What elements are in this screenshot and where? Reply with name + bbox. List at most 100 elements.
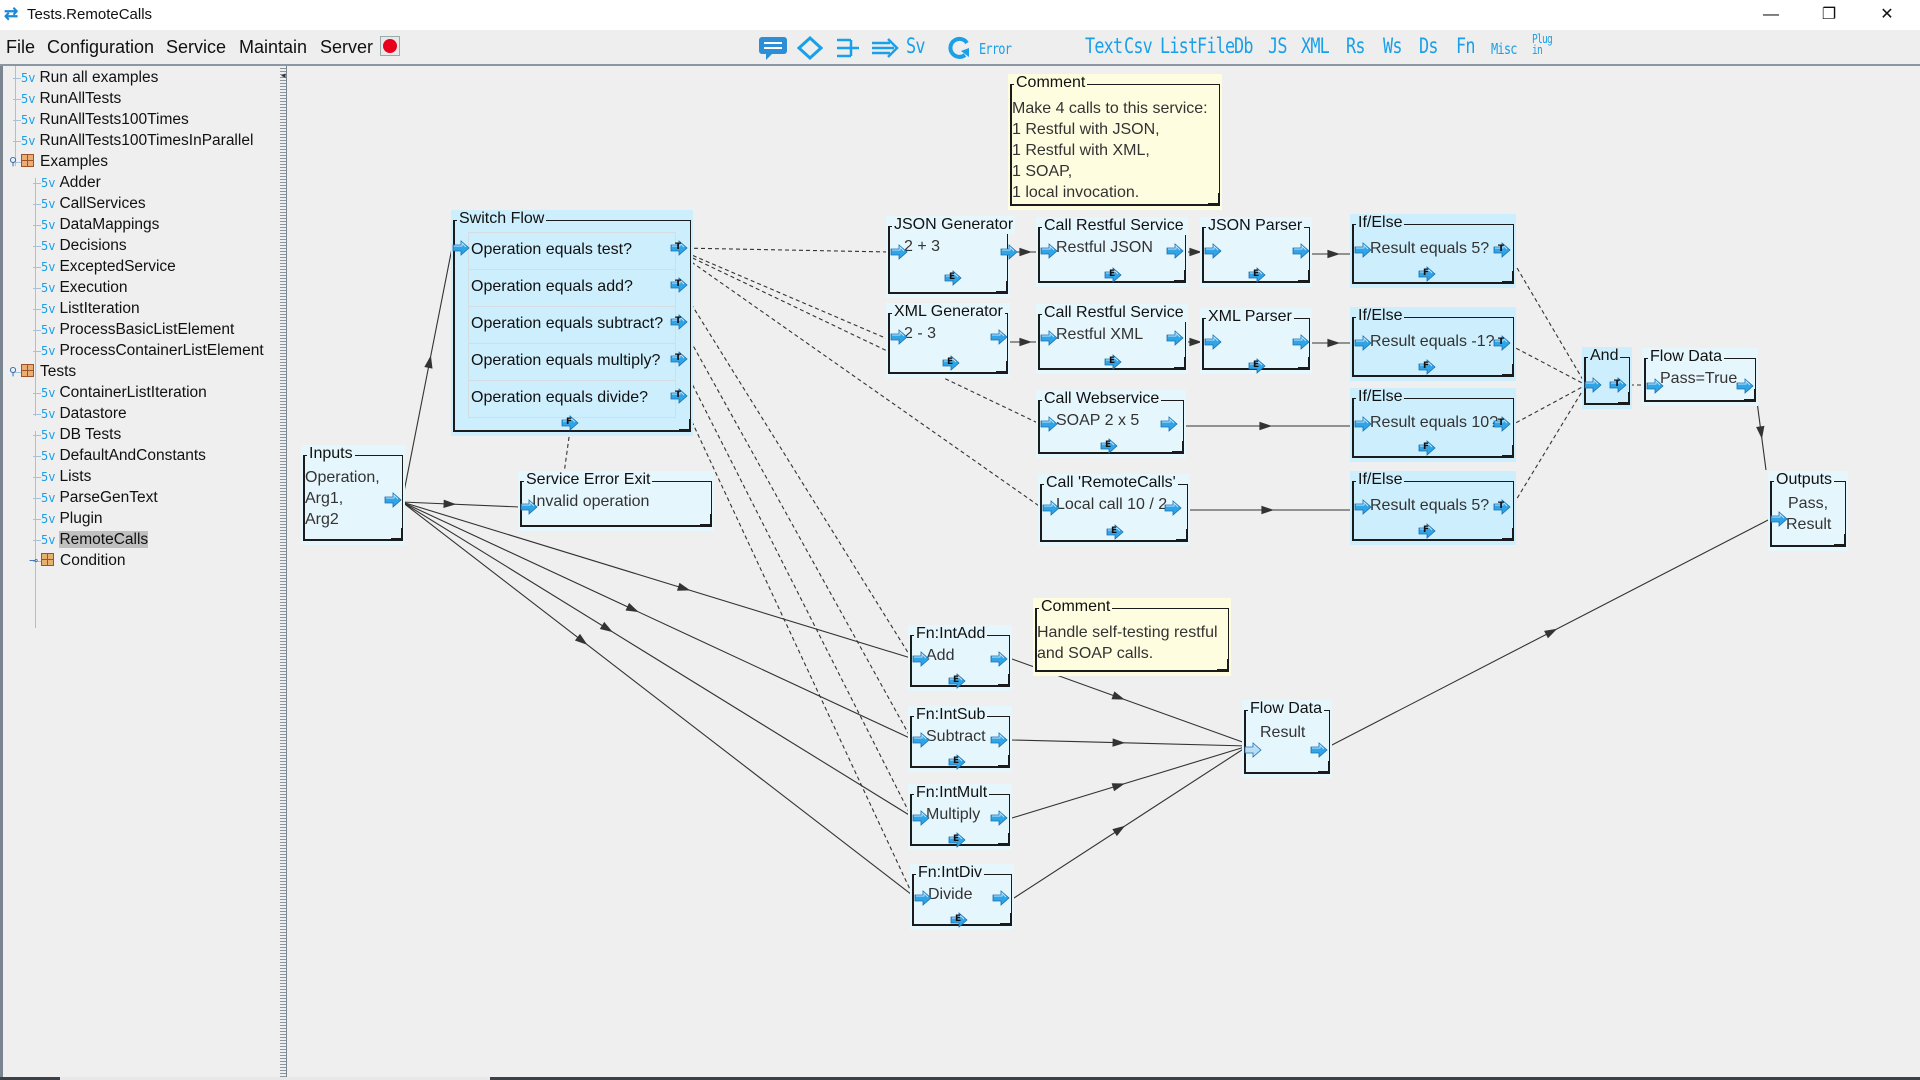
local-call-output-port[interactable] [1164,500,1182,516]
switch-condition-row[interactable]: Operation equals test? [468,232,676,270]
comment-note[interactable]: Comment Make 4 calls to this service: 1 Re… [1008,74,1222,210]
tree-item-db-tests[interactable]: 5v DB Tests [41,425,121,445]
fn-input-port[interactable] [912,810,930,826]
service-error-exit-node[interactable]: Service Error Exit Invalid operation [518,471,714,531]
menu-server[interactable]: Server [320,37,373,58]
fn-input-port[interactable] [914,890,932,906]
tree-item-runalltests[interactable]: 5v RunAllTests [21,89,121,109]
tree-item-containerlistiteration[interactable]: 5v ContainerListIteration [41,383,207,403]
switch-condition-row[interactable]: Operation equals add? [468,269,676,307]
webservice-output-port[interactable] [1160,416,1178,432]
flow-tool[interactable] [870,36,900,65]
call-webservice-node[interactable]: Call Webservice SOAP 2 x 5 E [1036,390,1186,458]
fn-input-port[interactable] [912,732,930,748]
tree-item-datastore[interactable]: 5v Datastore [41,404,127,424]
xml-parser-input-port[interactable] [1204,334,1222,350]
rest-xml-input-port[interactable] [1040,330,1058,346]
tree-item-parsegentext[interactable]: 5v ParseGenText [41,488,158,508]
if-else-input-port[interactable] [1354,499,1372,515]
if-else-true-port[interactable]: T [1493,242,1511,258]
collapse-arrow-icon[interactable]: ◂ [281,70,286,81]
error-tool[interactable]: Error [979,40,1012,58]
flow-data-result-node[interactable]: Flow Data Result [1242,700,1332,778]
palette-rs[interactable]: Rs [1346,34,1365,58]
tree-item-callservices[interactable]: 5v CallServices [41,194,146,214]
palette-misc[interactable]: Misc [1491,40,1518,58]
minimize-button[interactable]: — [1748,0,1794,30]
if-else-false-port[interactable]: F [1418,266,1436,282]
rest-json-output-port[interactable] [1166,243,1184,259]
webservice-input-port[interactable] [1040,416,1058,432]
if-else-node[interactable]: If/Else Result equals 10? T F [1350,388,1516,462]
if-else-input-port[interactable] [1354,335,1372,351]
if-else-node[interactable]: If/Else Result equals 5? T F [1350,214,1516,288]
json-parser-error-port[interactable]: E [1248,267,1266,283]
fn-error-port[interactable]: E [948,832,966,848]
tree-folder-tests[interactable]: Tests [21,362,76,382]
if-else-input-port[interactable] [1354,416,1372,432]
fn-output-port[interactable] [990,651,1008,667]
palette-ws[interactable]: Ws [1383,34,1402,58]
fn-output-port[interactable] [990,810,1008,826]
switch-true-port[interactable]: T [670,351,688,367]
menu-maintain[interactable]: Maintain [239,37,307,58]
palette-js[interactable]: JS [1268,34,1287,58]
palette-xml[interactable]: XML [1301,34,1330,58]
palette-ds[interactable]: Ds [1419,34,1438,58]
palette-db[interactable]: Db [1234,34,1253,58]
json-parser-node[interactable]: JSON Parser E [1200,217,1312,287]
tree-item-plugin[interactable]: 5v Plugin [41,509,103,529]
rest-xml-error-port[interactable]: E [1104,354,1122,370]
tree-item-defaultandconstants[interactable]: 5v DefaultAndConstants [41,446,206,466]
switch-condition-row[interactable]: Operation equals subtract? [468,306,676,344]
json-parser-output-port[interactable] [1292,243,1310,259]
error-exit-input-port[interactable] [520,499,538,515]
switch-condition-row[interactable]: Operation equals multiply? [468,343,676,381]
fn-int-add-node[interactable]: Fn:IntAdd Add E [908,625,1012,691]
switch-tool[interactable] [835,36,861,65]
flow-result-output-port[interactable] [1310,742,1328,758]
flow-pass-input-port[interactable] [1646,378,1664,394]
splitter-handle[interactable] [280,66,287,1077]
inputs-output-port[interactable] [384,492,402,508]
rest-json-input-port[interactable] [1040,243,1058,259]
server-status-indicator[interactable] [380,36,400,56]
fn-int-sub-node[interactable]: Fn:IntSub Subtract E [908,706,1012,772]
json-gen-output-port[interactable] [1000,244,1018,260]
comment-tool[interactable] [758,36,788,60]
switch-true-port[interactable]: T [670,314,688,330]
tree-item-listiteration[interactable]: 5v ListIteration [41,299,140,319]
tree-item-exceptedservice[interactable]: 5v ExceptedService [41,257,176,277]
xml-parser-error-port[interactable]: E [1248,358,1266,374]
fn-output-port[interactable] [990,732,1008,748]
outputs-input-port[interactable] [1770,511,1788,527]
service-tool[interactable]: Sv [906,34,925,58]
palette-fn[interactable]: Fn [1456,34,1475,58]
xml-gen-output-port[interactable] [990,329,1008,345]
rest-xml-output-port[interactable] [1166,330,1184,346]
tree-item-decisions[interactable]: 5v Decisions [41,236,127,256]
local-call-input-port[interactable] [1042,500,1060,516]
switch-input-port[interactable] [452,240,470,256]
xml-generator-node[interactable]: XML Generator 2 - 3 E [886,303,1010,378]
and-node[interactable]: And T [1582,347,1632,409]
call-restful-xml-node[interactable]: Call Restful Service Restful XML E [1036,304,1188,374]
tree-item-execution[interactable]: 5v Execution [41,278,128,298]
palette-list[interactable]: List [1160,34,1198,58]
palette-csv[interactable]: Csv [1124,34,1153,58]
json-generator-node[interactable]: JSON Generator 2 + 3 E [886,216,1018,298]
switch-true-port[interactable]: T [670,240,688,256]
switch-flow-node[interactable]: Switch Flow Operation equals test? Operati… [451,210,693,436]
tree-item-remotecalls[interactable]: 5v RemoteCalls [41,530,149,550]
json-gen-input-port[interactable] [890,244,908,260]
collapse-handle-icon[interactable]: ⚲ [9,365,17,378]
outputs-node[interactable]: Outputs Pass, Result [1768,471,1848,551]
switch-true-port[interactable]: T [670,388,688,404]
json-parser-input-port[interactable] [1204,243,1222,259]
menu-file[interactable]: File [6,37,35,58]
xml-gen-input-port[interactable] [890,329,908,345]
menu-service[interactable]: Service [166,37,226,58]
xml-parser-node[interactable]: XML Parser E [1200,308,1312,374]
menu-configuration[interactable]: Configuration [47,37,154,58]
tree-item-adder[interactable]: 5v Adder [41,173,101,193]
